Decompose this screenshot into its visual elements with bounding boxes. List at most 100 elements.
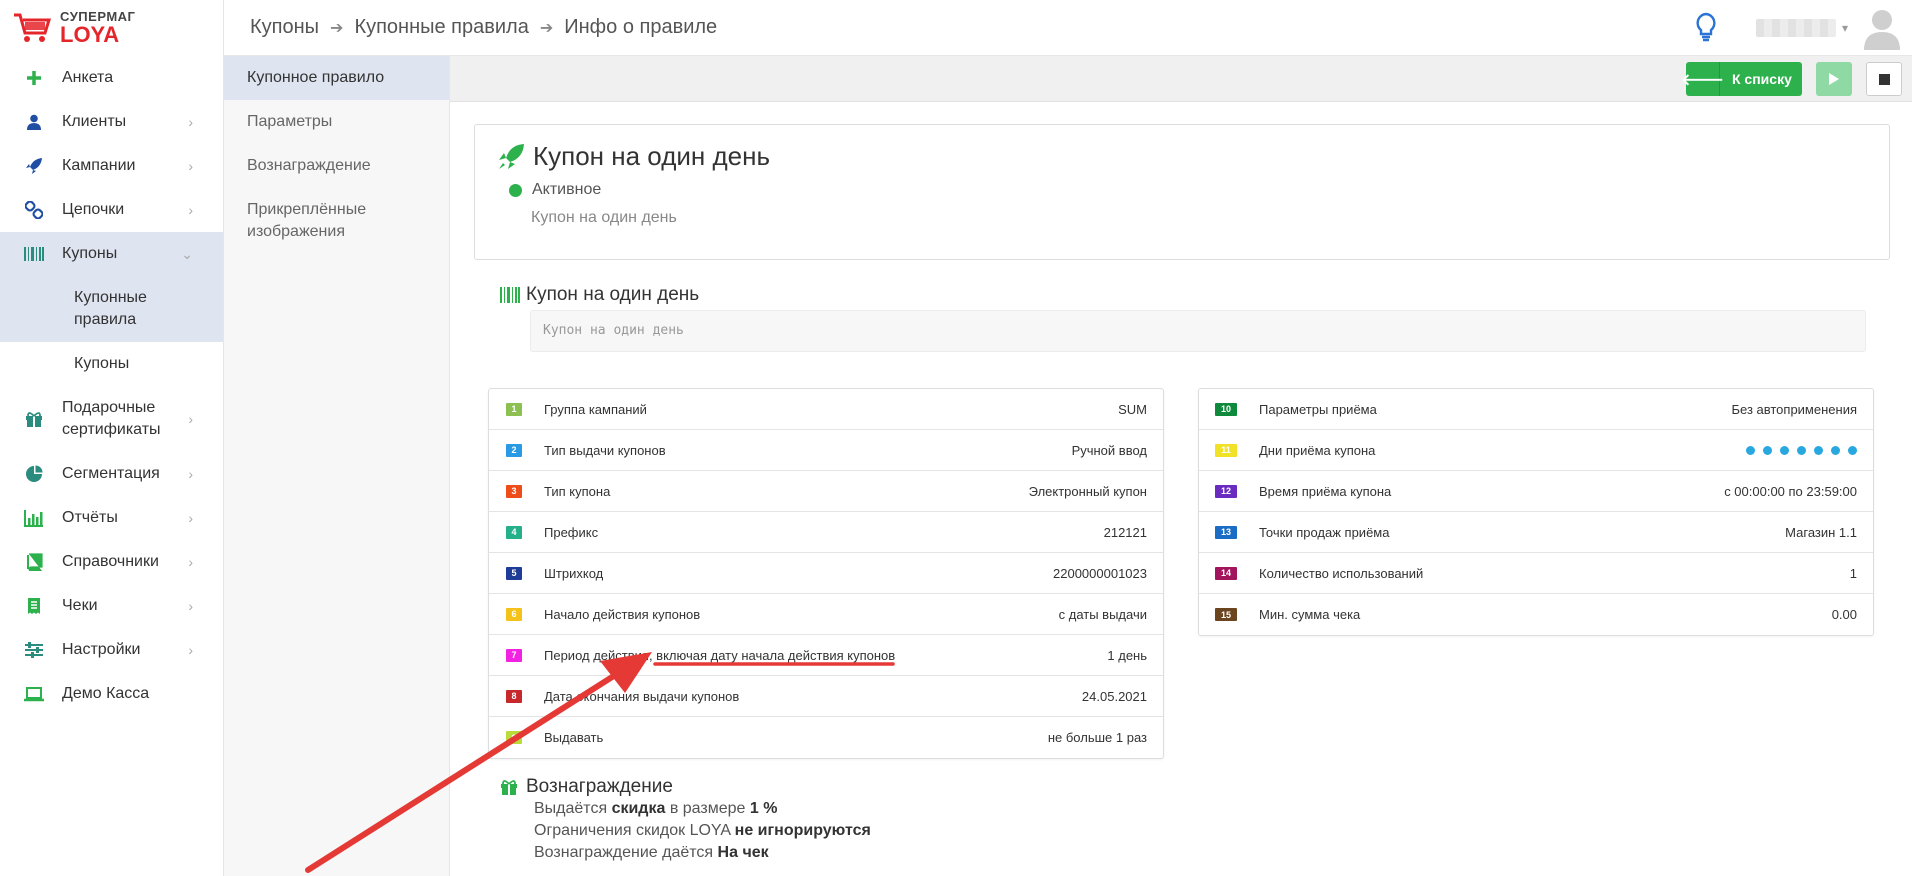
row-number-badge: 12 <box>1215 484 1237 498</box>
username-blurred[interactable] <box>1755 19 1836 37</box>
avatar[interactable] <box>1862 6 1902 50</box>
row-number-badge: 3 <box>506 484 522 498</box>
sidebar-subitem-label: Купонные правила <box>74 289 147 328</box>
params-table-right: 10 Параметры приёма Без автоприменения 11 Дн… <box>1198 388 1874 636</box>
sidebar-item-anketa[interactable]: Анкета <box>0 56 223 100</box>
row-number-badge: 11 <box>1215 443 1237 457</box>
sidebar-item-label: Демо Касса <box>62 685 150 702</box>
chevron-right-icon: › <box>188 642 193 658</box>
row-number-badge: 9 <box>506 731 522 744</box>
param-value: 1 день <box>1107 647 1147 663</box>
sidebar-item-label: Отчёты <box>62 509 118 526</box>
sidebar-item-reports[interactable]: Отчёты › <box>0 496 223 540</box>
arrow-left-icon: 🡐 <box>1681 62 1724 96</box>
sidebar-item-gift-certificates[interactable]: Подарочные сертификаты › <box>0 386 223 452</box>
subnav-reward[interactable]: Вознаграждение <box>224 144 449 188</box>
main-nav: Анкета Клиенты › Кампании › Цепочки › Ку… <box>0 56 223 716</box>
table-row: 14 Количество использований 1 <box>1199 553 1873 594</box>
table-row: 9 Выдавать не больше 1 раз <box>489 717 1163 758</box>
param-value: 2200000001023 <box>1053 565 1147 581</box>
param-value: 212121 <box>1103 524 1147 540</box>
sidebar-item-segmentation[interactable]: Сегментация › <box>0 452 223 496</box>
subnav-attached-images[interactable]: Прикреплённые изображения <box>224 188 449 254</box>
reward-text: Ограничения скидок LOYA <box>534 822 735 839</box>
chevron-right-icon: › <box>188 411 193 427</box>
param-name: Штрихкод <box>544 565 604 581</box>
param-value: не больше 1 раз <box>1047 730 1147 745</box>
rule-title-row: Купон на один день <box>497 141 770 172</box>
breadcrumb-item-coupons[interactable]: Купоны <box>250 16 319 39</box>
weekday-dot-icon <box>1814 445 1823 455</box>
arrow-right-icon: ➔ <box>330 19 344 37</box>
play-button[interactable] <box>1816 62 1852 96</box>
rule-title: Купон на один день <box>533 141 771 171</box>
row-number-badge: 14 <box>1215 566 1237 580</box>
sidebar-item-label: Кампании <box>62 157 136 174</box>
back-to-list-button[interactable]: 🡐 К списку <box>1681 62 1802 96</box>
sidebar-item-coupons[interactable]: Купоны ⌄ <box>0 232 223 276</box>
row-number-badge: 7 <box>506 648 522 662</box>
table-row: 1 Группа кампаний SUM <box>489 389 1163 430</box>
reward-line-limits: Ограничения скидок LOYA не игнорируются <box>534 820 871 842</box>
header-user-area: ▾ <box>1694 0 1912 56</box>
sidebar-item-label: Анкета <box>62 69 114 86</box>
subnav-parameters[interactable]: Параметры <box>224 100 449 144</box>
barcode-icon <box>24 244 44 264</box>
chevron-right-icon: › <box>188 158 193 174</box>
row-number-badge: 6 <box>506 607 522 621</box>
reward-value: 1 % <box>749 800 778 817</box>
chevron-right-icon: › <box>188 466 193 482</box>
table-row: 7 Период действия, включая дату начала де… <box>489 635 1163 676</box>
sidebar-item-label: Клиенты <box>62 113 127 130</box>
sidebar-subitem-label: Купоны <box>74 355 130 372</box>
sidebar-item-clients[interactable]: Клиенты › <box>0 100 223 144</box>
reward-line-target: Вознаграждение даётся На чек <box>534 842 871 864</box>
breadcrumb-item-coupon-rules[interactable]: Купонные правила <box>354 16 528 39</box>
param-name: Группа кампаний <box>544 401 647 417</box>
rocket-icon <box>499 143 524 169</box>
barcode-icon <box>500 287 520 303</box>
breadcrumb-item-rule-info: Инфо о правиле <box>564 16 718 38</box>
brand-logo[interactable]: СУПЕРМАГ LOYA <box>0 0 223 56</box>
status-text: Активное <box>532 181 602 198</box>
weekday-dot-icon <box>1746 445 1755 455</box>
sliders-icon <box>24 640 44 660</box>
status-badge: Активное <box>509 181 601 199</box>
sidebar-item-campaigns[interactable]: Кампании › <box>0 144 223 188</box>
stop-button[interactable] <box>1866 62 1902 96</box>
param-name: Время приёма купона <box>1259 483 1392 499</box>
sidebar-item-receipts[interactable]: Чеки › <box>0 584 223 628</box>
table-row: 15 Мин. сумма чека 0.00 <box>1199 594 1873 635</box>
table-row: 12 Время приёма купона с 00:00:00 по 23:59… <box>1199 471 1873 512</box>
param-value: Магазин 1.1 <box>1785 524 1857 540</box>
sidebar-item-label: Купоны <box>62 245 118 262</box>
caret-down-icon[interactable]: ▾ <box>1842 21 1848 35</box>
param-name: Мин. сумма чека <box>1259 607 1361 622</box>
row-number-badge: 4 <box>506 525 522 539</box>
sidebar-item-directories[interactable]: Справочники › <box>0 540 223 584</box>
arrow-right-icon: ➔ <box>539 19 554 37</box>
sidebar-item-settings[interactable]: Настройки › <box>0 628 223 672</box>
sidebar-item-chains[interactable]: Цепочки › <box>0 188 223 232</box>
table-row: 8 Дата окончания выдачи купонов 24.05.2021 <box>489 676 1163 717</box>
gift-icon <box>501 780 517 795</box>
lightbulb-icon[interactable] <box>1694 12 1718 44</box>
param-value: с 00:00:00 по 23:59:00 <box>1724 483 1857 499</box>
weekday-dot-icon <box>1797 445 1806 455</box>
sidebar-item-label: Подарочные сертификаты <box>62 399 161 438</box>
gift-icon <box>24 409 44 429</box>
sidebar-item-label: Цепочки <box>62 201 125 218</box>
sidebar-item-demo-cash[interactable]: Демо Касса <box>0 672 223 716</box>
weekday-dot-icon <box>1848 445 1857 455</box>
chevron-right-icon: › <box>188 510 193 526</box>
sidebar-subitem-coupons[interactable]: Купоны <box>0 342 223 386</box>
sidebar-subitem-coupon-rules[interactable]: Купонные правила <box>0 276 223 342</box>
book-icon <box>24 552 44 572</box>
weekday-dot-icon <box>1831 445 1840 455</box>
subnav-coupon-rule[interactable]: Купонное правило <box>224 56 449 100</box>
param-name: Выдавать <box>544 730 604 745</box>
row-number-badge: 8 <box>506 689 522 703</box>
table-row: 10 Параметры приёма Без автоприменения <box>1199 389 1873 430</box>
reward-text: в размере <box>665 800 750 817</box>
bar-chart-icon <box>24 508 44 528</box>
